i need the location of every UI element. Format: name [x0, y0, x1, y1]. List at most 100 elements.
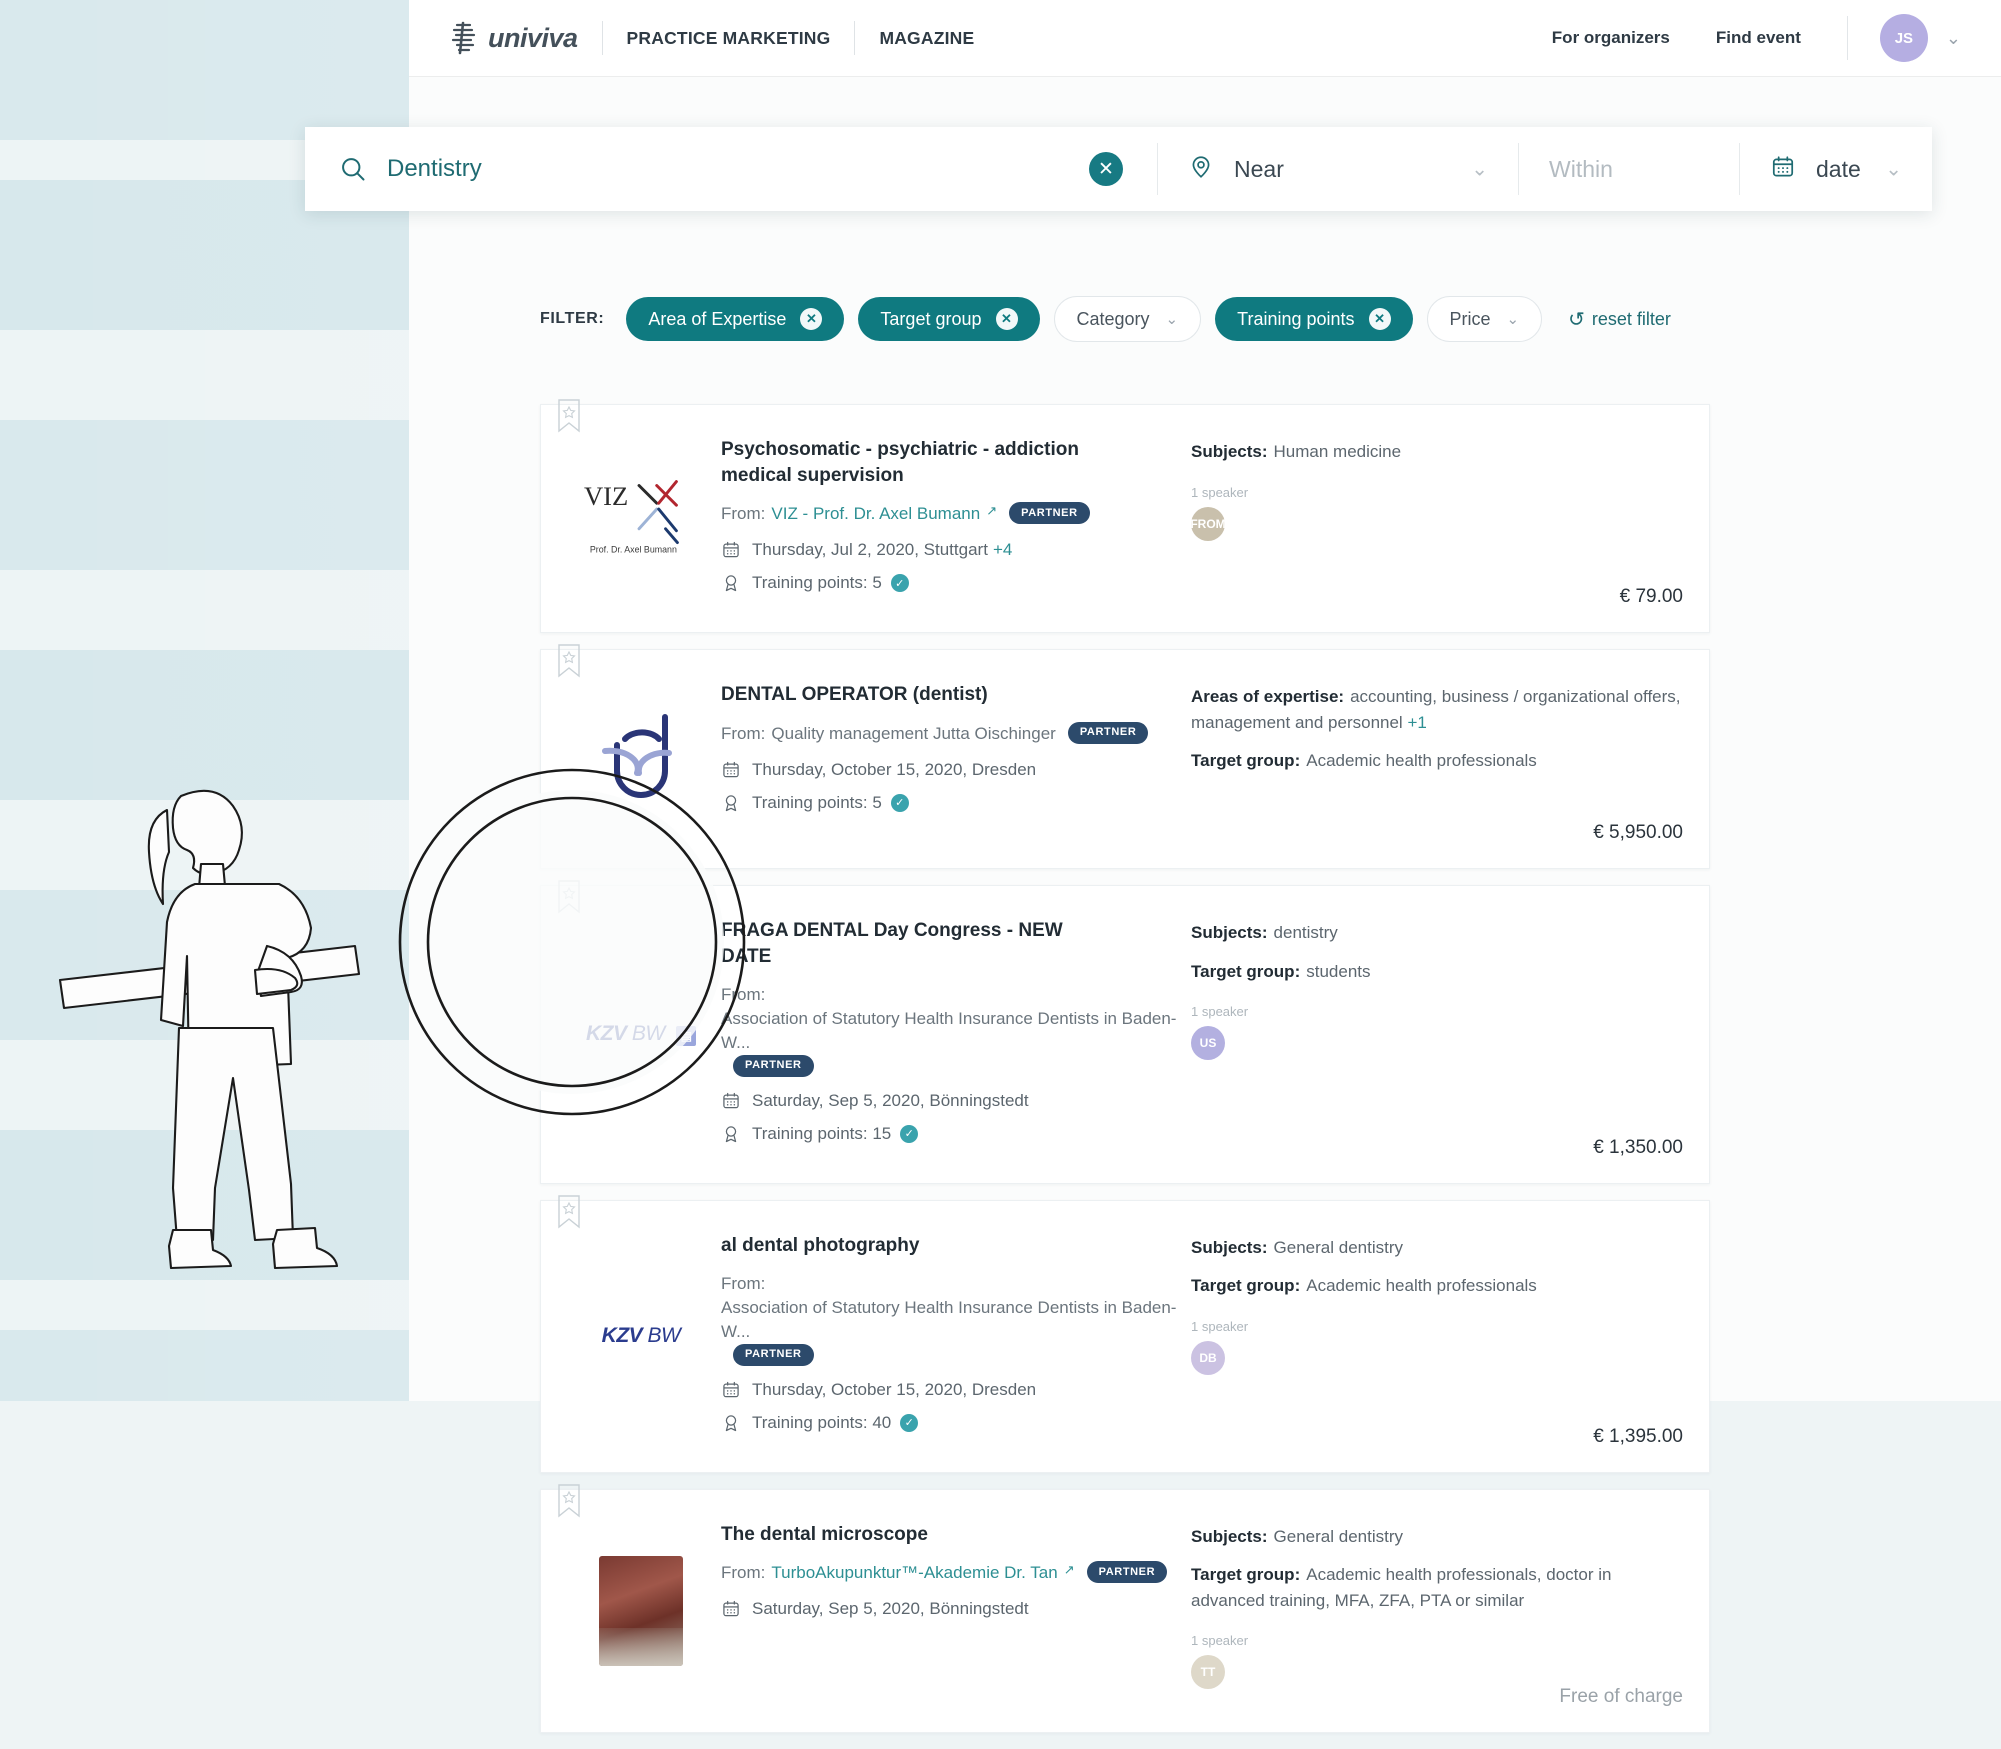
kzv-bw-logo-icon: KZV BW — [602, 1324, 681, 1348]
result-title[interactable]: Psychosomatic - psychiatric - addiction … — [721, 437, 1111, 488]
result-card[interactable]: KZV BW al dental photography From: Assoc… — [540, 1195, 1710, 1473]
search-input[interactable]: Dentistry — [387, 155, 482, 183]
chevron-down-icon[interactable]: ⌄ — [1946, 28, 1961, 49]
filter-chip-target-group[interactable]: Target group ✕ — [858, 297, 1040, 341]
brand-logo[interactable]: univiva — [448, 21, 578, 55]
result-info-line: Subjects: dentistry — [1191, 920, 1683, 946]
filter-chip-category[interactable]: Category ⌄ — [1053, 296, 1202, 342]
filter-chip-label: Category — [1076, 308, 1150, 329]
date-more-count[interactable]: +4 — [993, 540, 1012, 560]
result-card[interactable]: DENTAL OPERATOR (dentist) From: Quality … — [540, 644, 1710, 870]
calendar-icon — [1770, 154, 1796, 185]
within-input[interactable]: Within — [1549, 156, 1613, 183]
speaker-avatar[interactable]: US — [1191, 1026, 1225, 1061]
award-ribbon-icon — [721, 1413, 741, 1433]
bookmark-icon[interactable] — [557, 880, 581, 914]
nav-link-practice-marketing[interactable]: PRACTICE MARKETING — [627, 28, 831, 49]
info-value: Human medicine — [1273, 442, 1402, 461]
info-more-count[interactable]: +1 — [1407, 713, 1426, 732]
result-organizer: From: Association of Statutory Health In… — [721, 983, 1191, 1077]
filter-chip-training-points[interactable]: Training points ✕ — [1215, 297, 1413, 341]
speaker-avatar[interactable]: DB — [1191, 1340, 1225, 1375]
result-card[interactable]: The dental microscope From: TurboAkupunk… — [540, 1484, 1710, 1733]
speaker-avatar[interactable]: TT — [1191, 1655, 1225, 1690]
points-text: Training points: 5 — [752, 792, 882, 812]
search-bar: Dentistry ✕ Near ⌄ Within date ⌄ — [305, 127, 1932, 211]
nav-link-for-organizers[interactable]: For organizers — [1552, 28, 1670, 48]
organizer-logo — [541, 676, 721, 842]
organizer-name[interactable]: VIZ - Prof. Dr. Axel Bumann — [771, 502, 980, 526]
filter-bar: FILTER: Area of Expertise ✕ Target group… — [540, 296, 1671, 342]
close-icon[interactable]: ✕ — [995, 308, 1018, 330]
bookmark-icon[interactable] — [557, 399, 581, 433]
result-info-line: Target group: Academic health professiona… — [1191, 1562, 1683, 1613]
result-points: Training points: 40 ✓ — [721, 1413, 1191, 1433]
date-text: Saturday, Sep 5, 2020, Bönningstedt — [752, 1090, 1029, 1110]
partner-badge: PARTNER — [1067, 721, 1149, 744]
reset-filter-button[interactable]: ↺ reset filter — [1568, 307, 1671, 332]
date-text: Thursday, October 15, 2020, Dresden — [752, 1379, 1037, 1399]
result-date: Saturday, Sep 5, 2020, Bönningstedt — [721, 1091, 1191, 1111]
results-list: VIZ Prof. Dr. Axel Bumann Psychosomatic … — [540, 399, 1710, 1749]
external-link-icon[interactable]: ↗ — [986, 502, 997, 520]
event-image — [599, 1555, 683, 1666]
result-title[interactable]: The dental microscope — [721, 1522, 1111, 1548]
result-title[interactable]: FRAGA DENTAL Day Congress - NEW DATE — [721, 918, 1111, 969]
organizer-name[interactable]: Association of Statutory Health Insuranc… — [721, 1296, 1191, 1344]
bookmark-icon[interactable] — [557, 644, 581, 678]
chevron-down-icon[interactable]: ⌄ — [1471, 157, 1488, 182]
chevron-down-icon: ⌄ — [1165, 311, 1179, 328]
result-organizer: From: Quality management Jutta Oischinge… — [721, 721, 1191, 746]
kzv-logo-sub: BW — [631, 1022, 665, 1046]
filter-chip-price[interactable]: Price ⌄ — [1426, 296, 1543, 342]
info-label: Target group: — [1191, 1276, 1301, 1296]
filter-chip-label: Training points — [1237, 308, 1355, 329]
search-date-segment[interactable]: date ⌄ — [1740, 127, 1932, 211]
location-pin-icon — [1188, 154, 1214, 185]
result-info-line: Target group: Academic health professiona… — [1191, 748, 1683, 774]
speaker-avatar[interactable]: FROM — [1190, 506, 1226, 541]
filter-chip-area-of-expertise[interactable]: Area of Expertise ✕ — [626, 297, 845, 341]
organizer-name[interactable]: Association of Statutory Health Insuranc… — [721, 1007, 1191, 1055]
result-card[interactable]: VIZ Prof. Dr. Axel Bumann Psychosomatic … — [540, 399, 1710, 634]
result-title[interactable]: al dental photography — [721, 1233, 1111, 1259]
organizer-logo: KZV BW — [541, 1227, 721, 1446]
close-icon[interactable]: ✕ — [800, 308, 823, 330]
speaker-count: 1 speaker — [1191, 484, 1249, 500]
award-ribbon-icon — [721, 573, 741, 593]
organizer-logo: VIZ Prof. Dr. Axel Bumann — [541, 431, 721, 606]
search-within-segment[interactable]: Within — [1519, 127, 1739, 211]
avatar[interactable]: JS — [1879, 14, 1928, 62]
bookmark-icon[interactable] — [557, 1484, 581, 1518]
nav-link-magazine[interactable]: MAGAZINE — [879, 28, 974, 49]
close-icon[interactable]: ✕ — [1368, 308, 1391, 330]
calendar-icon — [721, 1599, 741, 1619]
chevron-down-icon: ⌄ — [1506, 311, 1520, 328]
result-title[interactable]: DENTAL OPERATOR (dentist) — [721, 682, 1111, 708]
date-value: date — [1816, 155, 1861, 182]
filter-label: FILTER: — [540, 310, 605, 327]
near-value: Near — [1234, 155, 1284, 182]
result-card[interactable]: KZV BW ▤ FRAGA DENTAL Day Congress - NEW… — [540, 880, 1710, 1184]
kzv-logo-sub: BW — [647, 1324, 681, 1348]
result-points: Training points: 5 ✓ — [721, 573, 1191, 593]
viz-logo-subtitle: Prof. Dr. Axel Bumann — [590, 544, 677, 554]
organizer-logo: KZV BW ▤ — [541, 912, 721, 1157]
bookmark-icon[interactable] — [557, 1195, 581, 1229]
svg-text:VIZ: VIZ — [584, 481, 628, 511]
organizer-name[interactable]: Quality management Jutta Oischinger — [771, 722, 1055, 746]
reset-filter-label: reset filter — [1591, 308, 1671, 329]
chevron-down-icon[interactable]: ⌄ — [1885, 157, 1902, 182]
info-value: Academic health professionals — [1306, 1276, 1537, 1296]
search-query-segment[interactable]: Dentistry ✕ — [305, 127, 1157, 211]
top-navigation: univiva PRACTICE MARKETING MAGAZINE For … — [409, 0, 2001, 76]
result-info-line: Areas of expertise: accounting, business … — [1191, 684, 1683, 735]
speaker-count: 1 speaker — [1191, 1633, 1249, 1649]
nav-link-find-event[interactable]: Find event — [1716, 28, 1801, 48]
filter-chip-label: Price — [1449, 308, 1491, 329]
result-date: Thursday, Jul 2, 2020, Stuttgart +4 — [721, 540, 1191, 560]
search-near-segment[interactable]: Near ⌄ — [1158, 127, 1518, 211]
external-link-icon[interactable]: ↗ — [1064, 1561, 1075, 1579]
clear-search-button[interactable]: ✕ — [1089, 152, 1123, 186]
organizer-name[interactable]: TurboAkupunktur™-Akademie Dr. Tan — [771, 1561, 1057, 1585]
